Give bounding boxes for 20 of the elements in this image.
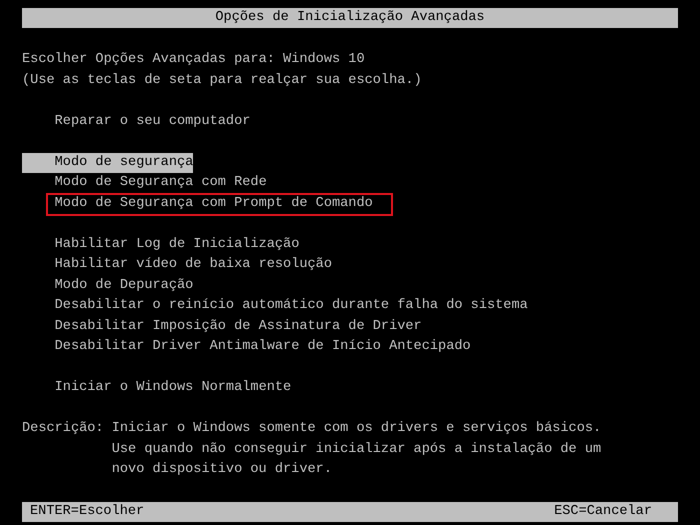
menu-option[interactable]: Reparar o seu computador <box>22 112 250 132</box>
menu-option[interactable]: Modo de segurança <box>22 152 194 173</box>
key-hint: ESC=Cancelar <box>554 503 652 521</box>
menu-option[interactable]: Modo de Segurança com Rede <box>22 173 267 194</box>
menu-option[interactable]: Habilitar vídeo de baixa resolução <box>22 255 332 276</box>
description-text: novo dispositivo ou driver. <box>112 461 333 479</box>
description-text: Use quando não conseguir inicializar após a instalação de um <box>112 440 602 458</box>
description-label: Descrição: <box>22 420 105 438</box>
key-hint: ENTER=Escolher <box>30 503 144 521</box>
description-text: Iniciar o Windows somente com os drivers e serviços básicos. <box>112 420 602 438</box>
menu-option[interactable]: Modo de Segurança com Prompt de Comando <box>22 194 373 214</box>
instruction-text: Escolher Opções Avançadas para: Windows 10 <box>22 51 366 69</box>
menu-option[interactable]: Modo de Depuração <box>22 276 194 296</box>
menu-option[interactable]: Habilitar Log de Inicialização <box>22 234 300 255</box>
instruction-text: (Use as teclas de seta para realçar sua escolha.) <box>22 72 423 90</box>
menu-option[interactable]: Desabilitar Driver Antimalware de Início Antecipado <box>22 337 471 358</box>
screen-title: Opções de Inicialização Avançadas <box>215 10 485 25</box>
menu-option[interactable]: Desabilitar o reinício automático durante falha do sistema <box>22 296 528 316</box>
menu-option[interactable]: Iniciar o Windows Normalmente <box>22 378 292 398</box>
menu-option[interactable]: Desabilitar Imposição de Assinatura de Driver <box>22 316 422 337</box>
